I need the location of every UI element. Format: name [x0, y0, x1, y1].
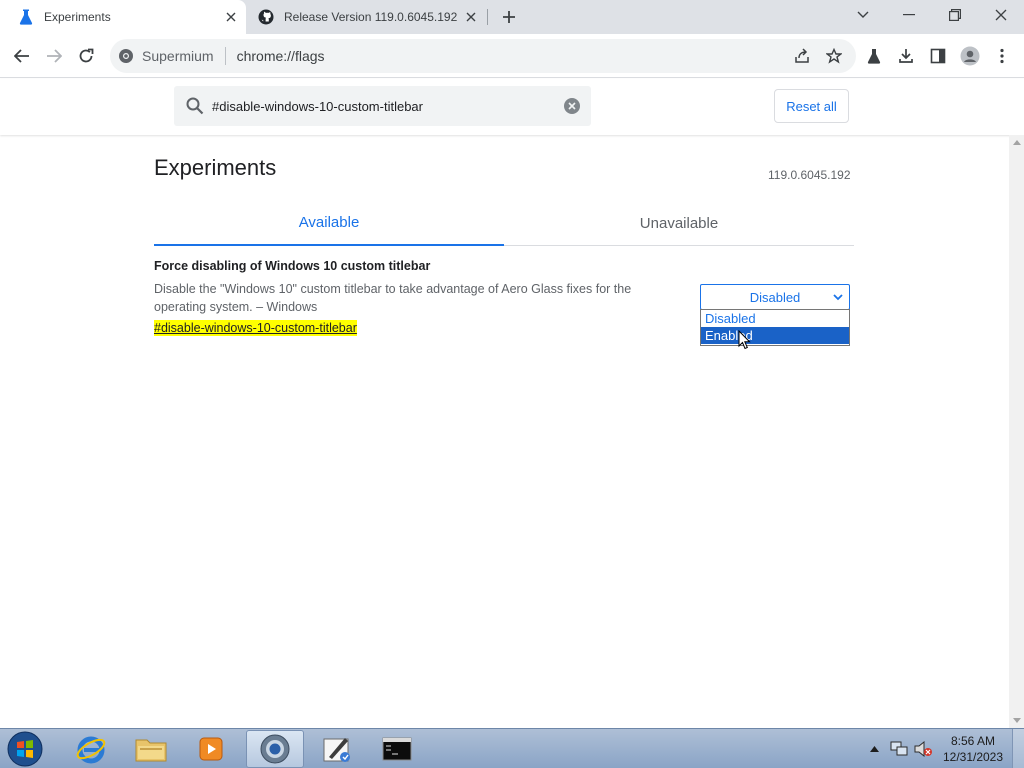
- tab-title: Experiments: [44, 10, 111, 24]
- paint-tool-icon[interactable]: [308, 730, 366, 768]
- internet-explorer-icon[interactable]: [62, 730, 120, 768]
- experiments-flask-icon[interactable]: [860, 42, 888, 70]
- command-prompt-icon[interactable]: [368, 730, 426, 768]
- address-bar[interactable]: Supermium chrome://flags: [110, 39, 856, 73]
- bookmark-star-icon[interactable]: [820, 42, 848, 70]
- flags-tabs: Available Unavailable: [154, 200, 854, 246]
- scroll-down-icon[interactable]: [1009, 713, 1024, 728]
- forward-button[interactable]: [40, 42, 68, 70]
- tab-strip: Experiments Release Version 119.0.6045.1…: [0, 0, 1024, 34]
- side-panel-icon[interactable]: [924, 42, 952, 70]
- version-label: 119.0.6045.192: [768, 168, 851, 182]
- tab-title: Release Version 119.0.6045.192: [284, 10, 458, 24]
- show-hidden-icons-icon[interactable]: [866, 729, 882, 768]
- back-button[interactable]: [8, 42, 36, 70]
- clear-search-icon[interactable]: [563, 97, 581, 115]
- flags-search-input[interactable]: #disable-windows-10-custom-titlebar: [174, 86, 591, 126]
- clock-time: 8:56 AM: [950, 734, 996, 748]
- tab-available[interactable]: Available: [154, 200, 504, 246]
- tab-release-version[interactable]: Release Version 119.0.6045.192: [248, 0, 486, 34]
- page-title: Experiments: [154, 155, 277, 180]
- volume-muted-icon[interactable]: [912, 729, 934, 768]
- browser-toolbar: Supermium chrome://flags: [0, 34, 1024, 78]
- tab-separator: [487, 9, 488, 25]
- show-desktop-button[interactable]: [1012, 729, 1024, 768]
- system-clock[interactable]: 8:56 AM 12/31/2023: [936, 733, 1010, 765]
- select-value: Disabled: [749, 289, 801, 305]
- clock-date: 12/31/2023: [942, 750, 1004, 764]
- experiment-permalink[interactable]: #disable-windows-10-custom-titlebar: [154, 320, 357, 336]
- experiment-title: Force disabling of Windows 10 custom tit…: [154, 259, 431, 273]
- experiment-description: Disable the "Windows 10" custom titlebar…: [154, 282, 632, 314]
- close-tab-icon[interactable]: [222, 8, 240, 26]
- reload-button[interactable]: [72, 42, 100, 70]
- scroll-up-icon[interactable]: [1009, 135, 1024, 150]
- media-player-icon[interactable]: [182, 730, 240, 768]
- tab-unavailable[interactable]: Unavailable: [504, 200, 854, 246]
- network-icon[interactable]: [888, 729, 910, 768]
- chromium-logo-icon: [118, 48, 134, 64]
- close-tab-icon[interactable]: [462, 8, 480, 26]
- minimize-button[interactable]: [886, 0, 932, 30]
- select-dropdown-list: Disabled Enabled: [700, 309, 850, 346]
- site-chip: Supermium: [142, 48, 214, 64]
- supermium-icon[interactable]: [246, 730, 304, 768]
- chevron-down-icon: [831, 290, 845, 304]
- flags-header: #disable-windows-10-custom-titlebar Rese…: [0, 79, 1024, 135]
- menu-kebab-icon[interactable]: [988, 42, 1016, 70]
- reset-all-button[interactable]: Reset all: [774, 89, 849, 123]
- share-icon[interactable]: [788, 42, 816, 70]
- restore-button[interactable]: [932, 0, 978, 30]
- search-value: #disable-windows-10-custom-titlebar: [212, 98, 423, 114]
- start-button[interactable]: [4, 730, 46, 768]
- windows-taskbar: 8:56 AM 12/31/2023: [0, 728, 1024, 768]
- experiment-state-select[interactable]: Disabled: [700, 284, 850, 310]
- tab-experiments[interactable]: Experiments: [0, 0, 246, 34]
- flask-icon: [18, 9, 34, 25]
- omnibox-divider: [224, 47, 226, 65]
- download-icon[interactable]: [892, 42, 920, 70]
- new-tab-button[interactable]: [497, 5, 521, 29]
- profile-avatar-icon[interactable]: [956, 42, 984, 70]
- option-enabled[interactable]: Enabled: [701, 327, 849, 344]
- github-icon: [258, 9, 274, 25]
- search-icon: [184, 95, 206, 117]
- url-text: chrome://flags: [236, 48, 325, 64]
- tab-search-button[interactable]: [840, 0, 886, 30]
- page-scrollbar[interactable]: [1009, 135, 1024, 728]
- mouse-cursor-icon: [738, 329, 751, 355]
- close-window-button[interactable]: [978, 0, 1024, 30]
- file-explorer-icon[interactable]: [122, 730, 180, 768]
- option-disabled[interactable]: Disabled: [701, 310, 849, 327]
